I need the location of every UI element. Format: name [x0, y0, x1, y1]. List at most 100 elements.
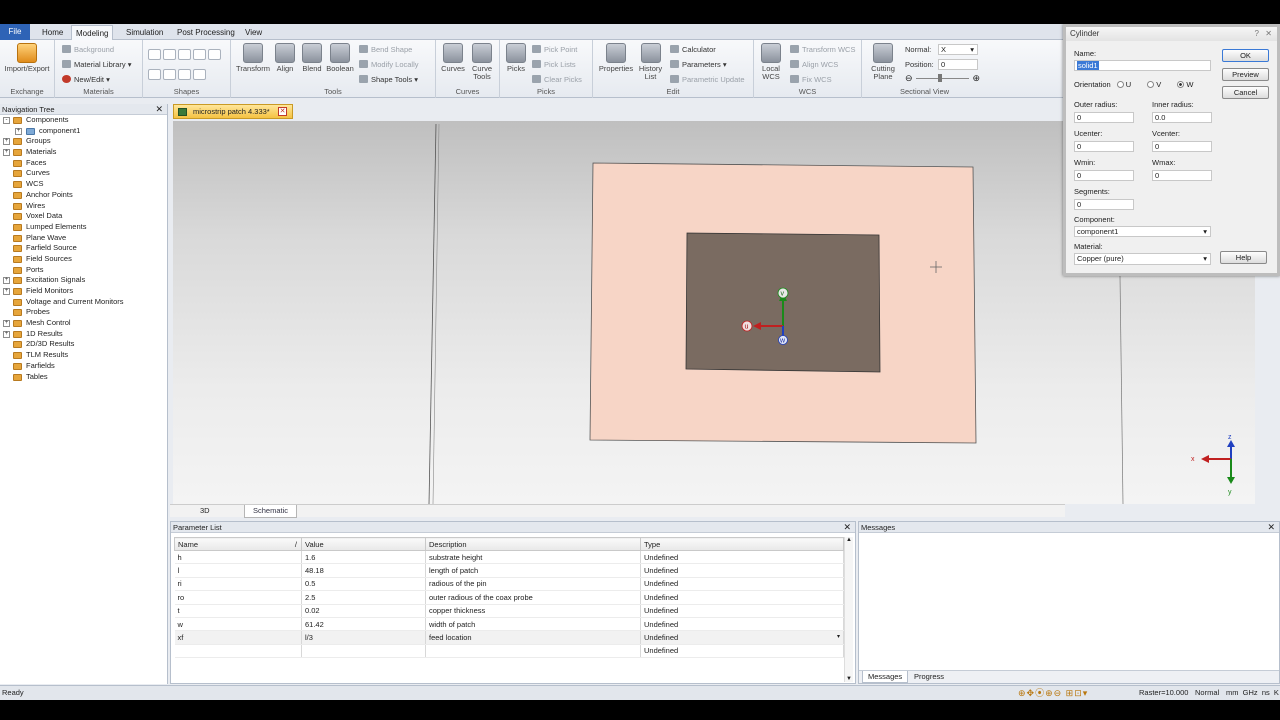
torus-icon[interactable] — [208, 49, 221, 60]
blend-button[interactable]: Blend — [298, 43, 326, 73]
wmin-input[interactable]: 0 — [1074, 170, 1134, 181]
curve-tools-button[interactable]: Curve Tools — [468, 43, 496, 81]
cell-desc[interactable]: length of patch — [425, 563, 641, 578]
name-input[interactable]: solid1 — [1074, 60, 1211, 71]
close-icon[interactable]: ✕ — [155, 104, 163, 115]
tree-item[interactable]: - Components — [0, 115, 167, 126]
modify-locally-button[interactable]: Modify Locally — [359, 59, 419, 70]
column-header-description[interactable]: Description — [425, 537, 641, 551]
cell-value[interactable]: 0.02 — [301, 604, 426, 618]
expand-icon[interactable]: + — [3, 288, 10, 295]
tree-item[interactable]: Plane Wave — [0, 233, 167, 244]
ok-button[interactable]: OK — [1222, 49, 1269, 62]
material-library-button[interactable]: Material Library ▾ — [62, 59, 132, 70]
segments-input[interactable]: 0 — [1074, 199, 1134, 210]
tab-home[interactable]: Home — [38, 25, 67, 40]
cell-name[interactable] — [174, 644, 302, 659]
ucenter-input[interactable]: 0 — [1074, 141, 1134, 152]
column-header-name[interactable]: Name / — [174, 537, 302, 551]
tab-modeling[interactable]: Modeling — [71, 25, 114, 40]
expand-icon[interactable]: + — [3, 330, 10, 338]
tree-item[interactable]: Voltage and Current Monitors — [0, 297, 167, 308]
orient-u-radio[interactable]: U — [1113, 80, 1131, 89]
cell-value[interactable]: 2.5 — [301, 590, 426, 605]
tree-item[interactable]: Farfield Source — [0, 243, 167, 254]
align-button[interactable]: Align — [272, 43, 298, 73]
calculator-button[interactable]: Calculator — [670, 44, 716, 55]
cell-desc[interactable]: outer radious of the coax probe — [425, 590, 641, 605]
table-row[interactable]: ri 0.5 radious of the pin Undefined — [174, 577, 844, 592]
inner-radius-input[interactable]: 0.0 — [1152, 112, 1212, 123]
cell-type[interactable]: Undefined — [640, 617, 844, 632]
table-row[interactable]: xf l/3 feed location Undefined ▾ — [174, 630, 844, 645]
outer-radius-input[interactable]: 0 — [1074, 112, 1134, 123]
cutting-plane-button[interactable]: Cutting Plane — [868, 43, 898, 81]
cell-type[interactable]: Undefined — [640, 563, 844, 578]
slider-thumb[interactable] — [938, 74, 942, 82]
cell-value[interactable] — [301, 644, 426, 659]
boolean-button[interactable]: Boolean — [325, 43, 355, 73]
tab-post-processing[interactable]: Post Processing — [173, 25, 239, 40]
orient-w-radio[interactable]: W — [1173, 80, 1194, 89]
transform-button[interactable]: Transform — [234, 43, 272, 73]
cancel-button[interactable]: Cancel — [1222, 86, 1269, 99]
tree-item[interactable]: + Mesh Control — [0, 318, 167, 329]
expand-icon[interactable]: + — [3, 149, 10, 157]
tree-item[interactable]: Field Sources — [0, 254, 167, 265]
extrude-icon[interactable] — [148, 69, 161, 80]
cell-name[interactable]: ro — [174, 590, 302, 605]
cell-type[interactable]: Undefined — [640, 577, 844, 592]
cylinder-icon[interactable] — [178, 49, 191, 60]
expand-icon[interactable]: + — [3, 277, 10, 285]
curves-button[interactable]: Curves — [439, 43, 467, 73]
tree-item[interactable]: Ports — [0, 265, 167, 276]
cell-desc[interactable]: width of patch — [425, 617, 641, 632]
expand-icon[interactable]: + — [15, 127, 22, 135]
cell-name[interactable]: t — [174, 604, 302, 618]
history-list-button[interactable]: History List — [635, 43, 666, 81]
clear-picks-button[interactable]: Clear Picks — [532, 74, 582, 85]
tab-messages[interactable]: Messages — [862, 671, 909, 683]
parametric-update-button[interactable]: Parametric Update — [670, 74, 745, 85]
background-button[interactable]: Background — [62, 44, 114, 55]
cell-value[interactable]: 61.42 — [301, 617, 426, 632]
tab-file[interactable]: File — [0, 24, 30, 40]
material-select[interactable]: Copper (pure) ▾ — [1074, 253, 1211, 265]
loft-icon[interactable] — [178, 69, 191, 80]
scroll-up-icon[interactable]: ▲ — [846, 537, 852, 543]
wmax-input[interactable]: 0 — [1152, 170, 1212, 181]
expand-icon[interactable]: + — [3, 320, 10, 328]
tab-3d[interactable]: 3D — [192, 505, 218, 518]
cell-desc[interactable]: radious of the pin — [425, 577, 641, 592]
tree-item[interactable]: Wires — [0, 201, 167, 212]
column-header-type[interactable]: Type — [640, 537, 844, 551]
curve-shape-icon[interactable] — [193, 69, 206, 80]
cell-value[interactable]: 0.5 — [301, 577, 426, 592]
table-row[interactable]: w 61.42 width of patch Undefined — [174, 617, 844, 632]
document-tab[interactable]: microstrip patch 4.333* ✕ — [173, 104, 293, 119]
cell-name[interactable]: w — [174, 617, 302, 632]
properties-button[interactable]: Properties — [596, 43, 636, 73]
column-header-value[interactable]: Value — [301, 537, 426, 551]
tree-item[interactable]: Anchor Points — [0, 190, 167, 201]
orient-v-radio[interactable]: V — [1143, 80, 1161, 89]
help-button[interactable]: Help — [1220, 251, 1267, 264]
table-row[interactable]: ro 2.5 outer radious of the coax probe Unde… — [174, 590, 844, 605]
shape-tools-button[interactable]: Shape Tools ▾ — [359, 74, 418, 85]
align-wcs-button[interactable]: Align WCS — [790, 59, 838, 70]
picks-button[interactable]: Picks — [503, 43, 529, 73]
cone-icon[interactable] — [193, 49, 206, 60]
tree-item[interactable]: Lumped Elements — [0, 222, 167, 233]
expand-icon[interactable]: + — [3, 138, 10, 146]
cell-desc[interactable]: feed location — [425, 630, 641, 645]
sphere-icon[interactable] — [163, 49, 176, 60]
cell-type[interactable]: Undefined ▾ — [640, 630, 844, 645]
cell-desc[interactable]: substrate height — [425, 550, 641, 565]
transform-wcs-button[interactable]: Transform WCS — [790, 44, 855, 55]
pick-point-button[interactable]: Pick Point — [532, 44, 577, 55]
collapse-icon[interactable]: - — [3, 117, 10, 124]
cell-value[interactable]: 48.18 — [301, 563, 426, 578]
help-icon[interactable]: ? — [1255, 27, 1259, 41]
vertical-scrollbar[interactable]: ▲ ▼ — [844, 537, 853, 682]
rotate-icon[interactable] — [163, 69, 176, 80]
